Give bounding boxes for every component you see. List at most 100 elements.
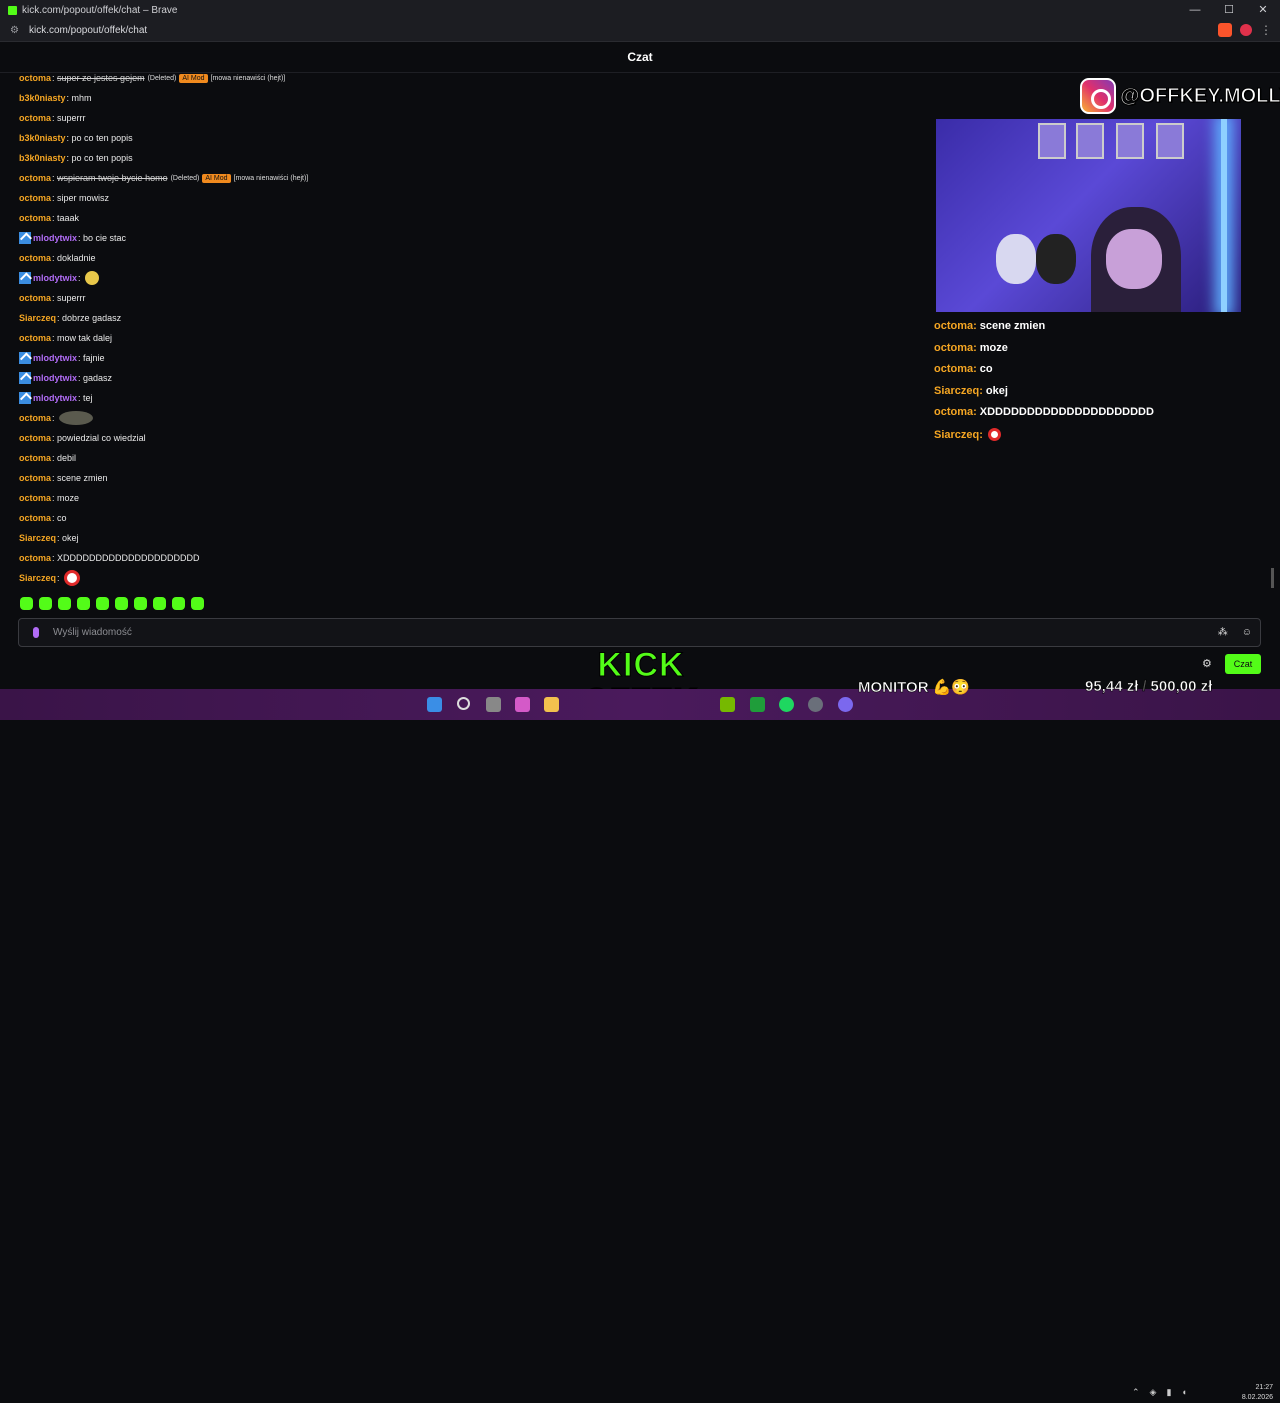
instagram-handle: @OFFKEY.MOLLY: [1119, 84, 1280, 107]
chat-username[interactable]: octoma: [19, 493, 51, 503]
clock[interactable]: 21:27 8.02.2026: [1233, 1383, 1273, 1403]
emote-icon[interactable]: [115, 597, 128, 610]
microphone-icon[interactable]: [33, 627, 39, 638]
mic-icon[interactable]: ▮: [1166, 1387, 1171, 1398]
window-title: kick.com/popout/offek/chat – Brave: [22, 4, 178, 16]
file-explorer-icon[interactable]: [544, 697, 559, 712]
chat-username[interactable]: octoma: [19, 453, 51, 463]
chat-text: superrr: [57, 113, 86, 123]
moderation-reason: [mowa nienawiści (hejt)]: [210, 74, 286, 82]
chat-username[interactable]: Siarczeq: [19, 573, 56, 583]
overlay-text: co: [979, 363, 993, 376]
chat-colon: :: [78, 273, 84, 283]
chat-input-placeholder[interactable]: Wyślij wiadomość: [53, 627, 132, 638]
subscriber-badge-icon[interactable]: [19, 272, 31, 284]
donation-goal: 95,44 zł/500,00 zł: [1085, 678, 1213, 696]
minimize-button[interactable]: —: [1178, 0, 1212, 20]
chat-input[interactable]: Wyślij wiadomość ⁂ ☺: [18, 618, 1261, 647]
address-bar[interactable]: ⚙ kick.com/popout/offek/chat ⋮: [0, 20, 1280, 42]
emote-icon[interactable]: [77, 597, 90, 610]
chat-username[interactable]: mlodytwix: [33, 353, 77, 363]
subscriber-badge-icon[interactable]: [19, 372, 31, 384]
app-icon[interactable]: [750, 697, 765, 712]
settings-icon[interactable]: [808, 697, 823, 712]
chat-text: super ze jestes gejem: [57, 73, 145, 83]
chat-username[interactable]: octoma: [19, 473, 51, 483]
chevron-up-icon[interactable]: ⌃: [1132, 1387, 1140, 1398]
chat-username[interactable]: mlodytwix: [33, 233, 77, 243]
subscriber-badge-icon[interactable]: [19, 392, 31, 404]
chat-text: superrr: [57, 293, 86, 303]
emoji-icon[interactable]: ☺: [1242, 627, 1252, 638]
overlay-text: okej: [985, 384, 1008, 397]
emote-icon[interactable]: [191, 597, 204, 610]
subscriber-badge-icon[interactable]: [19, 352, 31, 364]
chat-username[interactable]: octoma: [19, 553, 51, 563]
menu-icon[interactable]: ⋮: [1260, 23, 1272, 37]
copilot-icon[interactable]: [515, 697, 530, 712]
chat-text: mhm: [71, 93, 92, 103]
volume-icon[interactable]: ◖: [1181, 1387, 1186, 1398]
chat-username[interactable]: mlodytwix: [33, 273, 77, 283]
nvidia-icon[interactable]: [720, 697, 735, 712]
network-icon[interactable]: ◈: [1150, 1387, 1157, 1398]
search-icon[interactable]: [457, 697, 470, 710]
overlay-text: moze: [979, 341, 1008, 354]
overlay-chat-message: Siarczeq: okej: [934, 385, 1008, 397]
chat-message: octoma: scene zmien: [19, 471, 108, 485]
chat-username[interactable]: octoma: [19, 253, 51, 263]
subscriber-badge-icon[interactable]: [19, 232, 31, 244]
chat-username[interactable]: octoma: [19, 173, 51, 183]
emote-icon[interactable]: [134, 597, 147, 610]
overlay-chat-message: octoma: scene zmien: [934, 320, 1045, 332]
chat-username[interactable]: octoma: [19, 213, 51, 223]
chat-username[interactable]: octoma: [19, 333, 51, 343]
chat-username[interactable]: octoma: [19, 193, 51, 203]
poster-image: [1038, 123, 1066, 159]
chat-username[interactable]: octoma: [19, 413, 51, 423]
chat-username[interactable]: octoma: [19, 293, 51, 303]
translate-icon[interactable]: ⁂: [1218, 627, 1228, 638]
maximize-button[interactable]: ☐: [1212, 0, 1246, 20]
deleted-label: (Deleted): [147, 74, 177, 82]
url-text[interactable]: kick.com/popout/offek/chat: [29, 25, 147, 36]
chat-settings-icon[interactable]: ⚙: [1202, 657, 1212, 670]
chat-username[interactable]: octoma: [19, 513, 51, 523]
emote-icon[interactable]: [172, 597, 185, 610]
chat-username[interactable]: Siarczeq: [19, 313, 56, 323]
chat-text: dobrze gadasz: [62, 313, 122, 323]
chat-username[interactable]: octoma: [19, 433, 51, 443]
chat-username[interactable]: b3k0niasty: [19, 93, 66, 103]
emote-icon[interactable]: [96, 597, 109, 610]
chat-text: fajnie: [83, 353, 105, 363]
spotify-icon[interactable]: [779, 697, 794, 712]
chat-username[interactable]: Siarczeq: [19, 533, 56, 543]
start-menu-icon[interactable]: [427, 697, 442, 712]
site-settings-icon[interactable]: ⚙: [10, 25, 19, 36]
overlay-username: octoma:: [934, 320, 977, 332]
send-chat-button[interactable]: Czat: [1225, 654, 1261, 674]
task-view-icon[interactable]: [486, 697, 501, 712]
close-button[interactable]: ✕: [1246, 0, 1280, 20]
clock-date: 8.02.2026: [1241, 1394, 1273, 1401]
brave-shields-icon[interactable]: [1218, 23, 1232, 37]
scrollbar[interactable]: [1271, 568, 1274, 588]
chat-username[interactable]: octoma: [19, 73, 51, 83]
emote-icon[interactable]: [58, 597, 71, 610]
brave-rewards-icon[interactable]: [1240, 24, 1252, 36]
led-light-image: [1221, 119, 1227, 312]
chat-username[interactable]: b3k0niasty: [19, 153, 66, 163]
chat-username[interactable]: mlodytwix: [33, 373, 77, 383]
chat-username[interactable]: mlodytwix: [33, 393, 77, 403]
emote-icon[interactable]: [20, 597, 33, 610]
emote-icon[interactable]: [153, 597, 166, 610]
chat-username[interactable]: b3k0niasty: [19, 133, 66, 143]
app-icon[interactable]: [838, 697, 853, 712]
chat-message: octoma: superrr: [19, 111, 86, 125]
deleted-label: (Deleted): [170, 174, 200, 182]
chat-message: octoma: moze: [19, 491, 79, 505]
chat-text: dokladnie: [57, 253, 96, 263]
chat-username[interactable]: octoma: [19, 113, 51, 123]
chat-message: mlodytwix: bo cie stac: [19, 231, 126, 245]
emote-icon[interactable]: [39, 597, 52, 610]
